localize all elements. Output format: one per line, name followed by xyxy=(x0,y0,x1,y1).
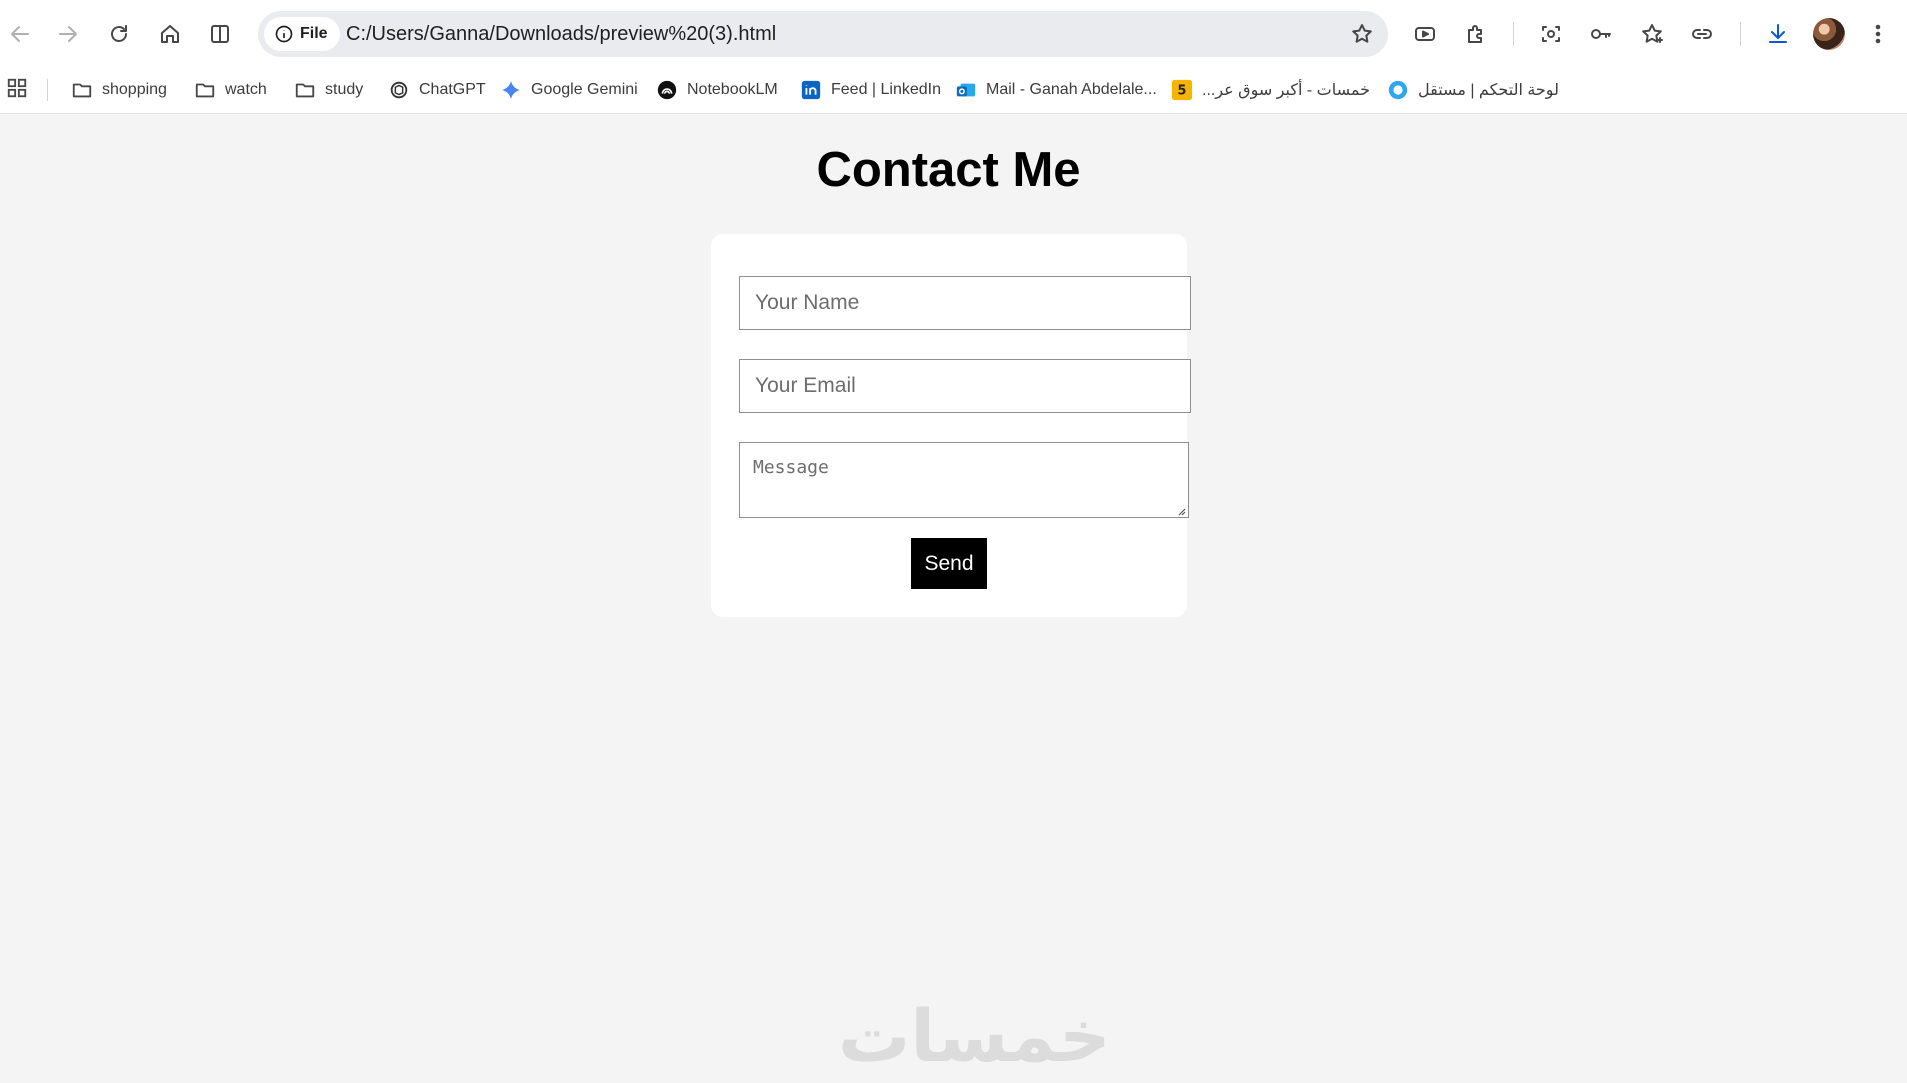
bookmark-label: Feed | LinkedIn xyxy=(831,81,942,98)
name-input[interactable] xyxy=(739,276,1191,330)
back-button[interactable] xyxy=(0,14,40,54)
apps-grid-icon xyxy=(7,78,27,98)
folder-icon xyxy=(193,78,217,102)
bookmark-label: watch xyxy=(225,81,267,98)
linkedin-icon xyxy=(799,78,823,102)
khamsat-watermark: خمسات xyxy=(838,994,1111,1078)
bookmark-linkedin[interactable]: Feed | LinkedIn xyxy=(799,76,941,104)
menu-icon xyxy=(1875,24,1881,44)
split-view-button[interactable] xyxy=(200,14,240,54)
resize-grip-icon[interactable] xyxy=(1176,506,1186,516)
forward-icon xyxy=(59,26,77,42)
apps-button[interactable] xyxy=(6,77,30,101)
media-icon xyxy=(1415,27,1435,41)
folder-icon xyxy=(293,78,317,102)
reload-icon xyxy=(111,25,127,42)
back-icon xyxy=(11,26,29,42)
home-button[interactable] xyxy=(150,14,190,54)
site-info-chip[interactable]: File xyxy=(264,17,340,51)
folder-icon xyxy=(70,78,94,102)
forward-button[interactable] xyxy=(48,14,88,54)
bookmark-label: Google Gemini xyxy=(531,81,638,98)
site-info-label: File xyxy=(300,25,328,42)
khamsat-icon: 5 xyxy=(1170,78,1194,102)
notebooklm-icon xyxy=(655,78,679,102)
passwords-button[interactable] xyxy=(1581,14,1621,54)
split-view-icon xyxy=(211,25,229,43)
bookmark-star-icon xyxy=(1352,24,1372,43)
email-input[interactable] xyxy=(739,359,1191,413)
gemini-icon xyxy=(499,78,523,102)
bookmark-notebooklm[interactable]: NotebookLM xyxy=(655,76,778,104)
message-textarea[interactable] xyxy=(739,442,1189,518)
send-button[interactable]: Send xyxy=(911,538,987,589)
menu-button[interactable] xyxy=(1858,14,1898,54)
favorites-icon xyxy=(1642,24,1663,43)
downloads-button[interactable] xyxy=(1758,14,1798,54)
bookmark-khamsat[interactable]: 5 خمسات - أكبر سوق عر... xyxy=(1170,76,1370,104)
bookmark-gemini[interactable]: Google Gemini xyxy=(499,76,638,104)
download-icon xyxy=(1769,24,1787,43)
toolbar-divider xyxy=(1513,22,1514,46)
url-text[interactable]: C:/Users/Ganna/Downloads/preview%20(3).h… xyxy=(346,11,776,57)
bookmark-label: Mail - Ganah Abdelale... xyxy=(986,81,1157,98)
bookmark-label: study xyxy=(325,81,364,98)
toolbar-divider xyxy=(1740,22,1741,46)
contact-form: Send xyxy=(711,234,1191,617)
copy-link-button[interactable] xyxy=(1682,14,1722,54)
password-key-icon xyxy=(1591,29,1611,39)
mostaql-icon xyxy=(1386,78,1410,102)
page-title: Contact Me xyxy=(816,143,1081,197)
bookmark-label: لوحة التحكم | مستقل xyxy=(1418,82,1559,99)
screenshot-icon xyxy=(1542,26,1560,42)
screenshot-button[interactable] xyxy=(1531,14,1571,54)
bookmarks-divider xyxy=(47,79,48,101)
chatgpt-icon xyxy=(387,78,411,102)
address-bar[interactable]: File C:/Users/Ganna/Downloads/preview%20… xyxy=(258,11,1388,57)
bookmark-label: خمسات - أكبر سوق عر... xyxy=(1202,82,1370,99)
bookmark-mostaql[interactable]: لوحة التحكم | مستقل xyxy=(1386,76,1559,104)
bookmark-outlook[interactable]: Mail - Ganah Abdelale... xyxy=(954,76,1157,104)
bookmarks-bar: shopping watch study ChatGPT Google Gemi… xyxy=(0,68,1907,114)
bookmark-study[interactable]: study xyxy=(293,76,363,104)
info-icon xyxy=(275,25,293,43)
bookmark-chatgpt[interactable]: ChatGPT xyxy=(387,76,486,104)
bookmark-label: NotebookLM xyxy=(687,81,778,98)
favorites-button[interactable] xyxy=(1632,14,1672,54)
media-button[interactable] xyxy=(1405,14,1445,54)
bookmark-star-button[interactable] xyxy=(1348,20,1376,48)
link-icon xyxy=(1692,29,1712,39)
bookmark-label: ChatGPT xyxy=(419,81,486,98)
bookmark-watch[interactable]: watch xyxy=(193,76,267,104)
extensions-icon xyxy=(1468,25,1482,43)
reload-button[interactable] xyxy=(99,14,139,54)
extensions-button[interactable] xyxy=(1456,14,1496,54)
home-icon xyxy=(161,25,179,43)
bookmark-shopping[interactable]: shopping xyxy=(70,76,167,104)
profile-avatar[interactable] xyxy=(1813,18,1845,50)
browser-toolbar: File C:/Users/Ganna/Downloads/preview%20… xyxy=(0,0,1907,68)
outlook-icon xyxy=(954,78,978,102)
bookmark-label: shopping xyxy=(102,81,167,98)
khamsat-badge: 5 xyxy=(1178,84,1187,99)
